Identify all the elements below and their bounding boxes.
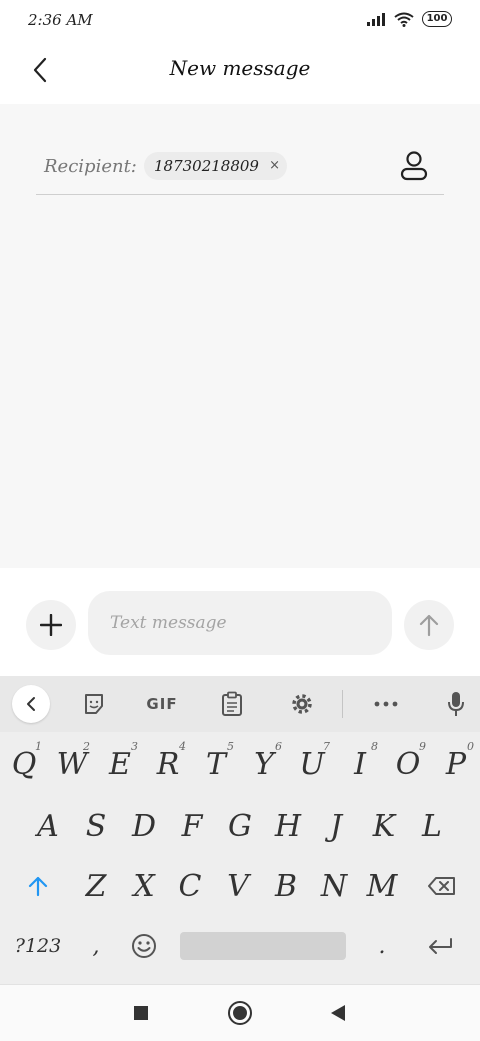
key-c[interactable]: C <box>166 856 214 916</box>
symbols-key[interactable]: ?123 <box>10 916 66 976</box>
home-button[interactable] <box>226 999 254 1027</box>
contact-icon <box>400 151 428 181</box>
key-y[interactable]: Y6 <box>240 734 288 794</box>
send-arrow-icon <box>419 614 439 637</box>
sticker-button[interactable] <box>76 684 112 724</box>
key-w[interactable]: W2 <box>48 734 96 794</box>
recipient-chip[interactable]: 18730218809 × <box>144 152 287 180</box>
keyboard-toolbar: GIF <box>0 676 480 732</box>
key-l[interactable]: L <box>408 796 456 856</box>
key-k[interactable]: K <box>360 796 408 856</box>
key-s[interactable]: S <box>72 796 120 856</box>
shift-key[interactable] <box>14 856 62 916</box>
key-row-1: Q1 W2 E3 R4 T5 Y6 U7 I8 O9 P0 <box>0 734 480 794</box>
navigation-bar <box>0 984 480 1041</box>
remove-recipient-button[interactable]: × <box>269 152 280 180</box>
key-g[interactable]: G <box>216 796 264 856</box>
compose-bar <box>0 568 480 676</box>
key-r[interactable]: R4 <box>144 734 192 794</box>
comma-key[interactable]: , <box>72 916 120 976</box>
clipboard-button[interactable] <box>214 684 250 724</box>
send-button[interactable] <box>404 600 454 650</box>
key-a[interactable]: A <box>24 796 72 856</box>
key-row-4: ?123 , . <box>0 916 480 976</box>
wifi-icon <box>394 12 414 27</box>
space-key[interactable] <box>180 932 346 960</box>
key-p[interactable]: P0 <box>432 734 480 794</box>
home-circle-icon <box>228 1001 252 1025</box>
more-dots-icon <box>374 701 398 707</box>
signal-icon <box>367 13 385 26</box>
key-j[interactable]: J <box>312 796 360 856</box>
key-q[interactable]: Q1 <box>0 734 48 794</box>
message-input[interactable] <box>88 591 392 655</box>
gif-button[interactable]: GIF <box>142 684 182 724</box>
gear-icon <box>292 694 312 714</box>
keyboard: GIF Q 1 W 2 E 3 R 4 T 5 Y 6 U 7 I 8 O 9 … <box>0 676 480 984</box>
enter-icon <box>429 938 452 954</box>
key-row-2: A S D F G H J K L <box>0 796 480 856</box>
key-e[interactable]: E3 <box>96 734 144 794</box>
backspace-key[interactable] <box>418 856 466 916</box>
key-u[interactable]: U7 <box>288 734 336 794</box>
plus-icon <box>40 614 62 636</box>
emoji-icon <box>132 934 156 958</box>
key-x[interactable]: X <box>120 856 168 916</box>
recents-square-icon <box>134 1006 148 1020</box>
nav-back-button[interactable] <box>324 999 352 1027</box>
recipient-row: Recipient: 18730218809 × <box>36 144 444 195</box>
voice-input-button[interactable] <box>438 684 474 724</box>
clipboard-icon <box>222 691 242 716</box>
settings-button[interactable] <box>284 684 320 724</box>
key-d[interactable]: D <box>120 796 168 856</box>
key-b[interactable]: B <box>262 856 310 916</box>
key-t[interactable]: T5 <box>192 734 240 794</box>
key-i[interactable]: I8 <box>336 734 384 794</box>
recents-button[interactable] <box>127 999 155 1027</box>
status-icons: 100 <box>366 11 452 27</box>
page-title: New message <box>169 56 311 80</box>
message-area: Recipient: 18730218809 × <box>0 104 480 568</box>
battery-icon: 100 <box>422 11 452 27</box>
period-key[interactable]: . <box>358 916 406 976</box>
key-m[interactable]: M <box>358 856 406 916</box>
toolbar-divider <box>342 690 343 718</box>
sticker-icon <box>85 694 103 714</box>
key-n[interactable]: N <box>310 856 358 916</box>
key-z[interactable]: Z <box>72 856 120 916</box>
key-o[interactable]: O9 <box>384 734 432 794</box>
keyboard-collapse-button[interactable] <box>12 685 50 723</box>
key-f[interactable]: F <box>168 796 216 856</box>
chevron-left-icon <box>27 697 35 711</box>
more-button[interactable] <box>368 684 404 724</box>
backspace-icon <box>428 877 455 895</box>
header: New message <box>0 42 480 104</box>
recipient-label: Recipient: <box>44 156 137 177</box>
back-triangle-icon <box>331 1005 345 1021</box>
add-contact-button[interactable] <box>398 148 430 184</box>
key-row-3: Z X C V B N M <box>0 856 480 916</box>
status-bar: 2:36 AM 100 <box>0 0 480 42</box>
enter-key[interactable] <box>416 916 464 976</box>
status-time: 2:36 AM <box>28 11 93 29</box>
attach-button[interactable] <box>26 600 76 650</box>
microphone-icon <box>448 692 464 716</box>
key-h[interactable]: H <box>264 796 312 856</box>
shift-icon <box>28 876 48 897</box>
key-v[interactable]: V <box>214 856 262 916</box>
recipient-chip-number: 18730218809 <box>154 157 259 175</box>
emoji-key[interactable] <box>120 916 168 976</box>
